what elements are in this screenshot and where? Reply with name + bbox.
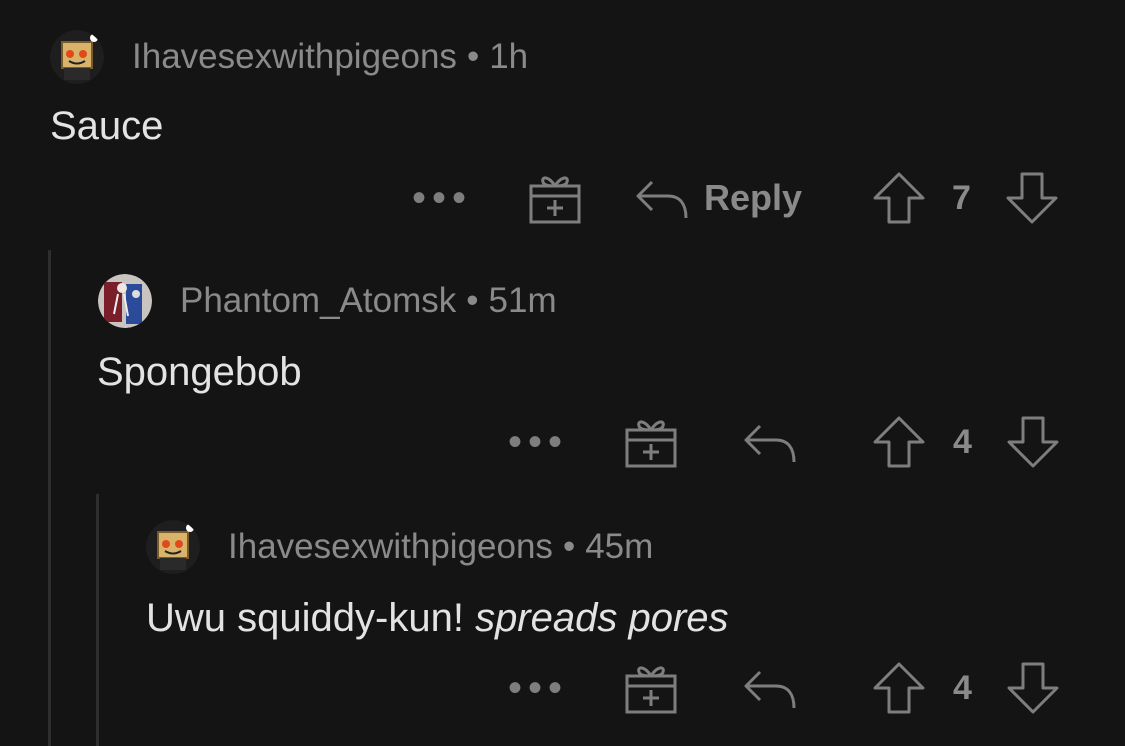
upvote-button[interactable] — [871, 412, 927, 472]
upvote-arrow-icon — [873, 416, 925, 468]
give-award-button[interactable] — [623, 412, 679, 472]
comment-text: Spongebob — [97, 350, 302, 394]
downvote-button[interactable] — [1005, 658, 1061, 718]
comment-text: Sauce — [50, 104, 164, 148]
username[interactable]: Ihavesexwithpigeons — [228, 527, 553, 566]
downvote-button[interactable] — [1004, 168, 1060, 228]
give-award-button[interactable] — [527, 168, 583, 228]
comment-actions: ••• 4 — [0, 658, 1125, 718]
comment-meta: Ihavesexwithpigeons • 1h — [132, 37, 528, 77]
separator: • — [466, 37, 480, 76]
vote-score: 7 — [952, 178, 971, 217]
upvote-button[interactable] — [871, 658, 927, 718]
vote-score: 4 — [953, 668, 972, 707]
gift-icon — [625, 666, 677, 714]
gift-icon — [625, 420, 677, 468]
more-options-button[interactable]: ••• — [508, 658, 568, 718]
gift-icon — [529, 176, 581, 224]
timestamp: 1h — [489, 37, 529, 76]
downvote-arrow-icon — [1007, 416, 1059, 468]
comment-text-plain: Uwu squiddy-kun! — [146, 596, 464, 640]
comment-header: Ihavesexwithpigeons • 1h — [50, 30, 528, 84]
upvote-arrow-icon — [873, 662, 925, 714]
username[interactable]: Ihavesexwithpigeons — [132, 37, 457, 76]
comment-meta: Ihavesexwithpigeons • 45m — [228, 527, 653, 567]
comment-text: Uwu squiddy-kun! spreads pores — [146, 596, 729, 641]
more-options-button[interactable]: ••• — [412, 168, 472, 228]
anime-figure-avatar[interactable] — [98, 274, 152, 328]
timestamp: 51m — [488, 281, 557, 320]
username[interactable]: Phantom_Atomsk — [180, 281, 456, 320]
reply-button[interactable] — [742, 412, 798, 472]
more-options-button[interactable]: ••• — [508, 412, 568, 472]
reply-arrow-icon — [744, 424, 796, 463]
timestamp: 45m — [585, 527, 654, 566]
comment-header: Phantom_Atomsk • 51m — [98, 274, 557, 328]
comment-meta: Phantom_Atomsk • 51m — [180, 281, 557, 321]
comment-header: Ihavesexwithpigeons • 45m — [146, 520, 653, 574]
downvote-arrow-icon — [1007, 662, 1059, 714]
reply-arrow-icon — [744, 670, 796, 709]
upvote-button[interactable] — [871, 168, 927, 228]
downvote-arrow-icon — [1006, 172, 1058, 224]
downvote-button[interactable] — [1005, 412, 1061, 472]
upvote-arrow-icon — [873, 172, 925, 224]
give-award-button[interactable] — [623, 658, 679, 718]
comment-text-italic: spreads pores — [475, 596, 729, 640]
reply-label: Reply — [704, 177, 803, 218]
comment-actions: ••• Reply 7 — [0, 168, 1125, 228]
reply-button[interactable]: Reply — [634, 168, 802, 228]
vote-score: 4 — [953, 422, 972, 461]
separator: • — [562, 527, 576, 566]
snoo-box-avatar[interactable] — [146, 520, 200, 574]
reply-arrow-icon — [636, 180, 688, 219]
reply-button[interactable] — [742, 658, 798, 718]
comment-actions: ••• 4 — [0, 412, 1125, 472]
separator: • — [466, 281, 479, 320]
snoo-box-avatar[interactable] — [50, 30, 104, 84]
